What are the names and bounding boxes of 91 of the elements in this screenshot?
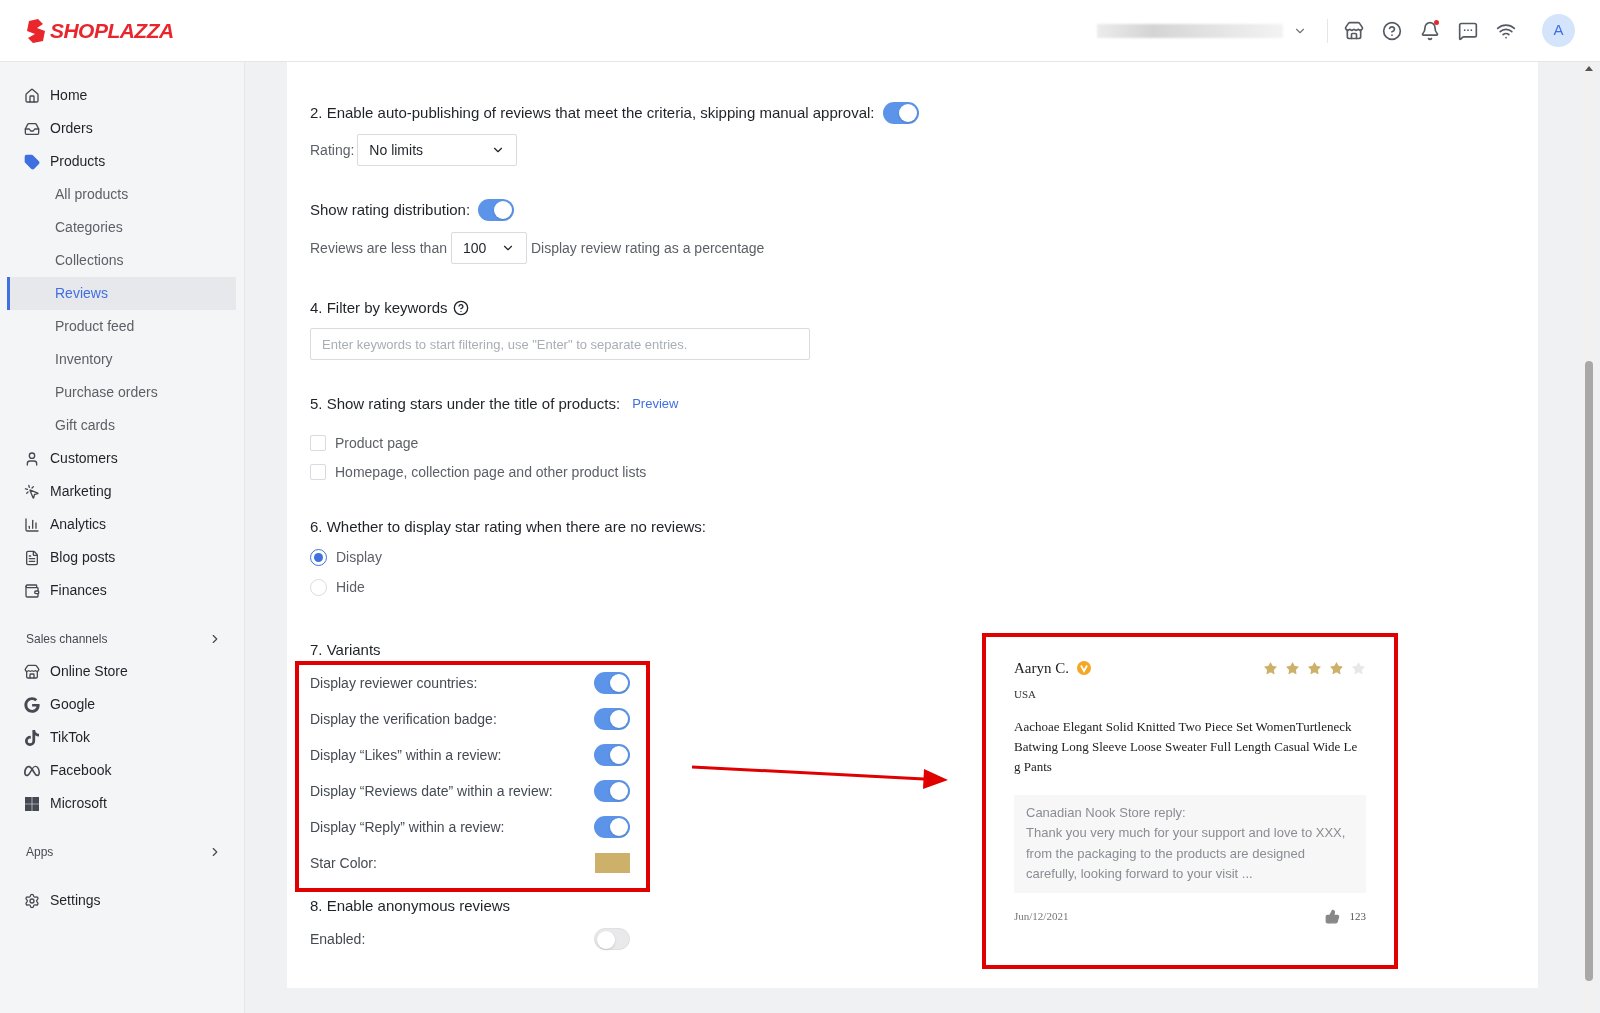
sidebar-item[interactable]: Inventory: [8, 343, 236, 376]
toggle-switch[interactable]: [882, 102, 919, 124]
storefront-icon[interactable]: [1344, 20, 1364, 41]
setting-label: Display reviewer countries:: [310, 673, 478, 693]
sidebar-item[interactable]: Google: [8, 688, 236, 721]
toggle-switch[interactable]: [594, 708, 630, 730]
person-icon: [24, 450, 40, 467]
google-icon: [24, 696, 40, 713]
reviewer-name: Aaryn C.: [1014, 658, 1069, 678]
sidebar-item[interactable]: Microsoft: [8, 787, 236, 820]
radio-label: Hide: [336, 577, 365, 597]
sidebar-item[interactable]: Gift cards: [8, 409, 236, 442]
toggle-switch[interactable]: [478, 199, 515, 221]
setting-label: 2. Enable auto-publishing of reviews that meet the criteria, skipping manual approval:: [310, 102, 875, 123]
star-icon: [1285, 660, 1300, 676]
wallet-icon: [24, 582, 40, 599]
star-icon: [1329, 660, 1344, 676]
sidebar-item[interactable]: Products: [8, 145, 236, 178]
sidebar-item[interactable]: Purchase orders: [8, 376, 236, 409]
star-icon: [1263, 660, 1278, 676]
checkbox-label: Homepage, collection page and other product lists: [335, 462, 647, 482]
checkbox[interactable]: [310, 464, 326, 480]
radio-label: Display: [336, 547, 382, 567]
user-avatar[interactable]: A: [1542, 14, 1575, 47]
document-icon: [24, 549, 40, 566]
logo[interactable]: SHOPLAZZA: [25, 14, 174, 47]
product-title: Aachoae Elegant Solid Knitted Two Piece Set WomenTurtleneck Batwing Long Sleeve Loose Sweater Full Length Casual Wide Leg Pants: [1014, 717, 1358, 776]
house-icon: [24, 87, 40, 104]
gear-icon: [24, 892, 40, 909]
sidebar-item[interactable]: Settings: [8, 884, 236, 917]
setting-label: Enabled:: [310, 929, 366, 949]
sidebar-item[interactable]: Product feed: [8, 310, 236, 343]
count-dropdown[interactable]: 100: [450, 232, 527, 264]
sidebar-item[interactable]: Customers: [8, 442, 236, 475]
logo-mark-icon: [25, 18, 47, 43]
toggle-switch[interactable]: [594, 928, 630, 950]
keyword-input[interactable]: Enter keywords to start filtering, use "Enter" to separate entries.: [310, 328, 810, 360]
field-label: Display review rating as a percentage: [530, 238, 765, 258]
cursor-icon: [24, 483, 40, 500]
help-icon[interactable]: [1382, 20, 1402, 41]
chat-icon[interactable]: [1458, 20, 1478, 41]
field-label: Reviews are less than: [310, 238, 447, 258]
sidebar-item[interactable]: All products: [8, 178, 236, 211]
like-count: 123: [1349, 909, 1366, 925]
notification-icon[interactable]: [1420, 20, 1440, 41]
sidebar-item[interactable]: Facebook: [8, 754, 236, 787]
toggle-switch[interactable]: [594, 672, 630, 694]
setting-label: Display “Likes” within a review:: [310, 745, 502, 765]
section-title: 6. Whether to display star rating when there are no reviews:: [310, 516, 707, 537]
windows-grid-icon: [24, 795, 40, 812]
help-icon[interactable]: [452, 300, 469, 316]
reply-box: Canadian Nook Store reply: Thank you very much for your support and love to XXX, from the packaging to the products are designed carefully, looking forward to your visit ...: [1014, 794, 1366, 893]
star-icon: [1307, 660, 1322, 676]
field-label: Rating:: [310, 140, 355, 160]
section-title: 4. Filter by keywords: [310, 297, 448, 318]
section-header[interactable]: Sales channels: [0, 623, 244, 655]
thumbs-up-icon[interactable]: [1324, 909, 1340, 924]
section-title: 8. Enable anonymous reviews: [310, 895, 511, 916]
checkbox-label: Product page: [335, 433, 419, 453]
sidebar-item[interactable]: Reviews: [8, 277, 236, 310]
toggle-switch[interactable]: [594, 780, 630, 802]
sidebar-item[interactable]: Blog posts: [8, 541, 236, 574]
sidebar-item[interactable]: Online Store: [8, 655, 236, 688]
checkbox[interactable]: [310, 435, 326, 451]
section-title: 5. Show rating stars under the title of products:: [310, 393, 621, 414]
toggle-switch[interactable]: [594, 816, 630, 838]
section-header[interactable]: Apps: [0, 836, 244, 868]
setting-label: Show rating distribution:: [310, 199, 471, 220]
sidebar-item[interactable]: Collections: [8, 244, 236, 277]
color-swatch[interactable]: [595, 853, 630, 873]
review-date: Jun/12/2021: [1014, 909, 1069, 925]
section-title: 7. Variants: [310, 639, 381, 660]
setting-label: Display “Reviews date” within a review:: [310, 781, 553, 801]
sidebar-item[interactable]: Orders: [8, 112, 236, 145]
bar-chart-icon: [24, 516, 40, 533]
toggle-switch[interactable]: [594, 744, 630, 766]
sidebar-item[interactable]: Categories: [8, 211, 236, 244]
rating-dropdown[interactable]: No limits: [357, 134, 518, 166]
preview-link[interactable]: Preview: [632, 394, 679, 414]
tray-icon: [24, 120, 40, 137]
setting-label: Display the verification badge:: [310, 709, 497, 729]
storefront-icon: [24, 663, 40, 680]
tiktok-icon: [24, 729, 40, 746]
reviewer-country: USA: [1014, 687, 1037, 702]
setting-label: Star Color:: [310, 853, 377, 873]
setting-label: Display “Reply” within a review:: [310, 817, 505, 837]
sidebar-item[interactable]: Home: [8, 79, 236, 112]
sidebar-item[interactable]: Analytics: [8, 508, 236, 541]
sidebar-item[interactable]: Finances: [8, 574, 236, 607]
sidebar-item[interactable]: Marketing: [8, 475, 236, 508]
sidebar-item[interactable]: TikTok: [8, 721, 236, 754]
